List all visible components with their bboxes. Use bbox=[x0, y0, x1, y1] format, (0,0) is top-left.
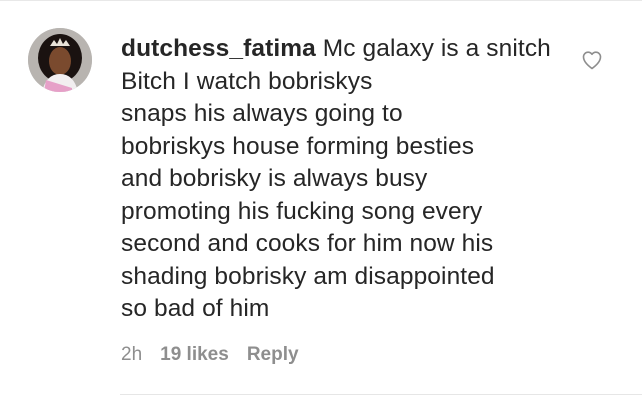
comment-text: dutchess_fatima Mc galaxy is a snitch Bi… bbox=[121, 33, 561, 326]
heart-outline-icon bbox=[582, 51, 602, 70]
like-button[interactable] bbox=[580, 48, 604, 72]
top-divider bbox=[0, 0, 642, 1]
profile-photo bbox=[28, 28, 92, 92]
comment-timestamp[interactable]: 2h bbox=[121, 344, 142, 366]
comment-username[interactable]: dutchess_fatima bbox=[121, 35, 316, 62]
bottom-divider bbox=[120, 394, 642, 395]
comment-meta: 2h 19 likes Reply bbox=[121, 342, 299, 368]
reply-button[interactable]: Reply bbox=[247, 344, 299, 366]
comment-likes-count[interactable]: 19 likes bbox=[160, 344, 229, 366]
comment-body: Mc galaxy is a snitch Bitch I watch bobr… bbox=[121, 35, 551, 322]
avatar[interactable] bbox=[28, 28, 92, 92]
